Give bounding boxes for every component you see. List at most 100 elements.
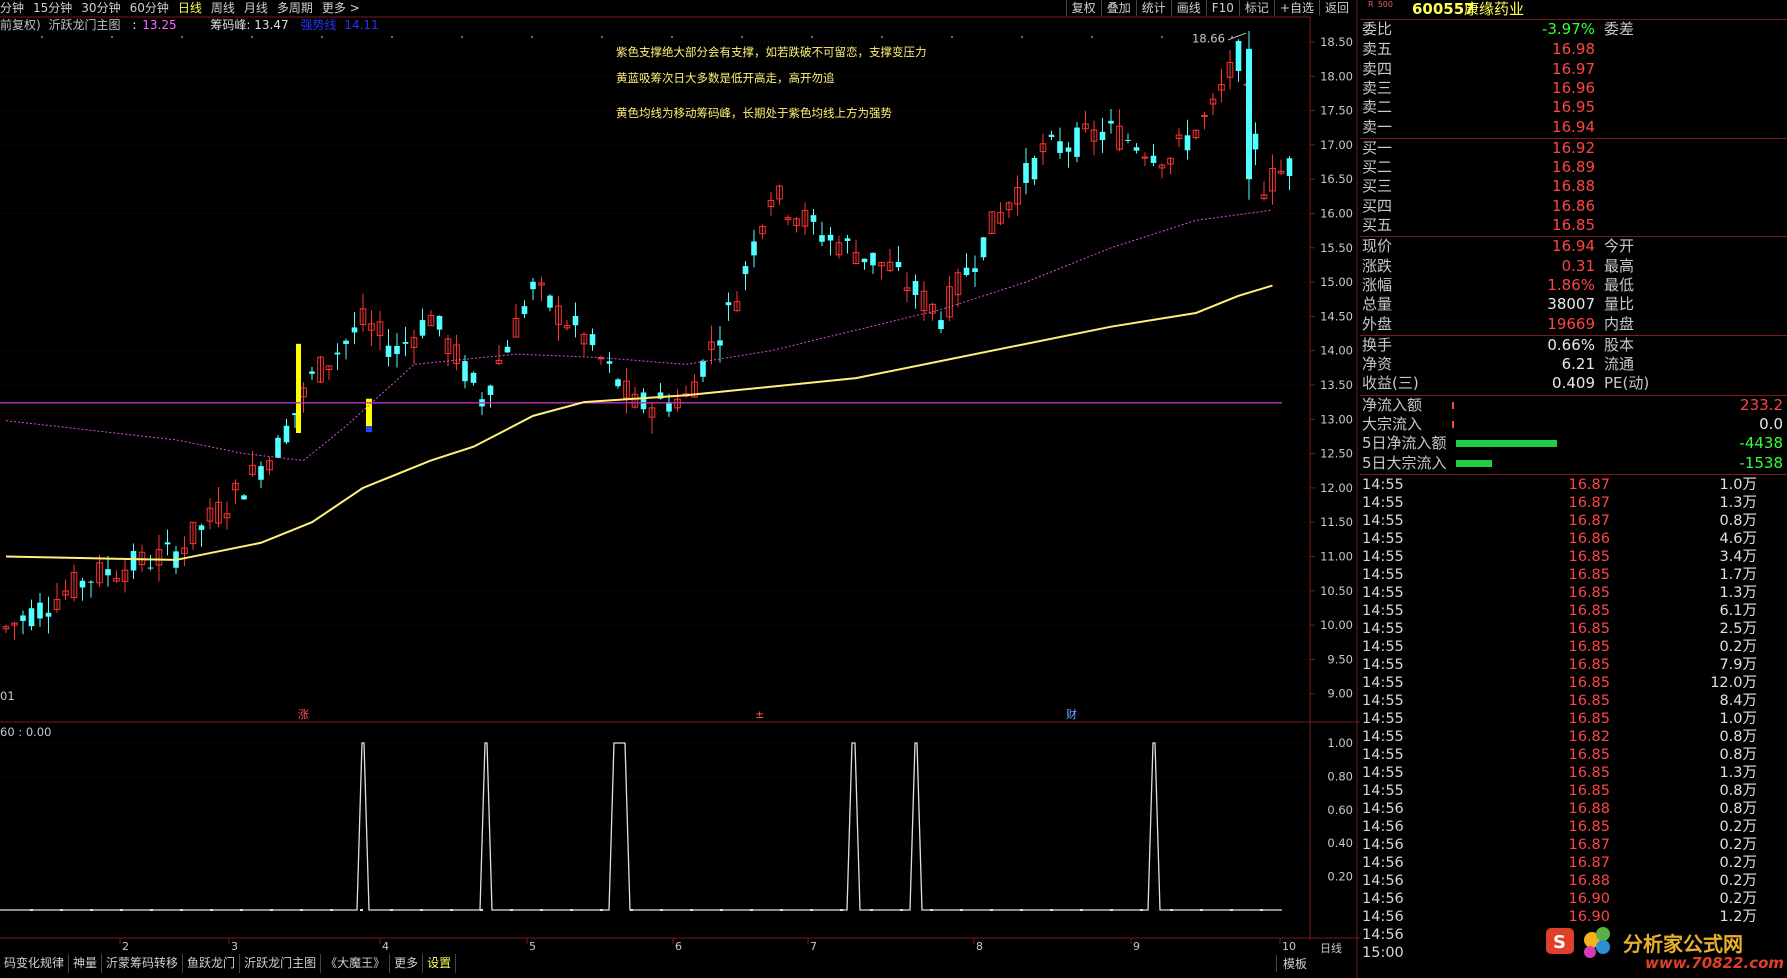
candle-body: [504, 346, 511, 353]
top-dot: [671, 36, 673, 38]
indicator-name[interactable]: 沂跃龙门主图: [49, 17, 121, 33]
tick-volume: 0.2万: [1719, 836, 1757, 853]
flow-label: 5日净流入额: [1362, 434, 1447, 453]
tick-volume: 0.8万: [1719, 782, 1757, 799]
period-7[interactable]: 多周期: [277, 0, 313, 16]
tick-price: 16.85: [1568, 818, 1610, 835]
bid-1-value: 16.89: [1552, 158, 1595, 177]
flow-3: 5日大宗流入 -1538: [1360, 454, 1787, 473]
toolbar-3[interactable]: 画线: [1170, 0, 1206, 16]
price-label: 15.50: [1320, 241, 1353, 255]
bid-3: 买四 16.86: [1360, 197, 1787, 216]
bid-2: 买三 16.88: [1360, 177, 1787, 196]
price-label: 12.00: [1320, 481, 1353, 495]
tab-0[interactable]: 码变化规律: [0, 954, 70, 973]
candle-body: [606, 361, 613, 364]
top-dot: [391, 36, 393, 38]
r500-badge: R 500: [1368, 0, 1393, 9]
period-1[interactable]: 15分钟: [33, 0, 72, 16]
tab-6[interactable]: 更多: [390, 954, 424, 973]
absorb-bar-blue: [366, 426, 372, 433]
period-8[interactable]: 更多 >: [322, 0, 360, 16]
event-marker[interactable]: 财: [1066, 707, 1077, 721]
top-dot: [461, 36, 463, 38]
tab-5[interactable]: 《大魔王》: [321, 954, 391, 973]
tick-price: 16.87: [1568, 476, 1610, 493]
candle-body: [394, 345, 400, 355]
bid-4-label: 买五: [1362, 216, 1393, 234]
toolbar-7[interactable]: 返回: [1318, 0, 1354, 16]
tick-time: 14:55: [1362, 674, 1404, 691]
toolbar-0[interactable]: 复权: [1065, 0, 1101, 16]
high-label: 18.66: [1192, 32, 1225, 46]
fund-1-label: 净资: [1362, 355, 1393, 374]
candle-body: [547, 295, 553, 308]
ask-2-label: 卖三: [1362, 78, 1393, 97]
adjust-label[interactable]: 前复权): [0, 17, 41, 33]
candle-body: [1074, 127, 1080, 157]
toolbar-6[interactable]: +自选: [1273, 0, 1319, 16]
fund-1-value: 6.21: [1561, 355, 1595, 374]
candle-body: [1252, 133, 1259, 150]
candle-body: [147, 567, 154, 569]
tick-time: 14:56: [1362, 908, 1404, 925]
candle-body: [402, 342, 409, 344]
period-0[interactable]: 分钟: [0, 0, 24, 16]
tick-row: 14:55 16.85 0.8万: [1360, 782, 1787, 800]
period-6[interactable]: 月线: [244, 0, 268, 16]
flow-bar: [1452, 421, 1454, 428]
candle-body: [385, 345, 392, 357]
tab-3[interactable]: 鱼跃龙门: [183, 954, 241, 973]
candle-body: [130, 551, 137, 571]
stock-name[interactable]: 康缘药业: [1464, 0, 1524, 19]
tab-4[interactable]: 沂跃龙门主图: [240, 954, 322, 973]
signal-dot: [150, 909, 153, 911]
tick-price: 16.90: [1568, 890, 1610, 907]
divider: [1360, 137, 1787, 139]
bid-0-value: 16.92: [1552, 138, 1595, 157]
fund-2-label: 收益(三): [1362, 374, 1419, 393]
bid-4-value: 16.85: [1552, 216, 1595, 234]
toolbar-1[interactable]: 叠加: [1100, 0, 1136, 16]
signal-dot: [990, 909, 993, 911]
signal-dot: [390, 909, 393, 911]
tab-2[interactable]: 沂蒙筹码转移: [102, 954, 184, 973]
tab-7[interactable]: 设置: [423, 954, 457, 973]
signal-dot: [1080, 909, 1083, 911]
stat-0-label2: 今开: [1604, 237, 1635, 256]
template-button[interactable]: 模板: [1276, 955, 1313, 972]
signal-dot: [1200, 909, 1203, 911]
candle-body: [819, 235, 825, 242]
price-label: 10.00: [1320, 618, 1353, 632]
event-marker[interactable]: ±: [755, 708, 764, 721]
candle-body: [1125, 139, 1131, 141]
top-dot: [741, 36, 743, 38]
tab-1[interactable]: 神量: [69, 954, 103, 973]
candle-body: [742, 266, 749, 275]
tick-time: 14:55: [1362, 728, 1404, 745]
kline-chart[interactable]: 18.50 18.00 17.50 17.00 16.50 16.00 15.50 15.00…: [0, 0, 1360, 978]
period-2[interactable]: 30分钟: [81, 0, 120, 16]
toolbar-4[interactable]: F10: [1205, 0, 1239, 16]
toolbar-2[interactable]: 统计: [1135, 0, 1171, 16]
toolbar-5[interactable]: 标记: [1238, 0, 1274, 16]
tick-row: 14:55 16.85 0.8万: [1360, 746, 1787, 764]
flow-bar: [1456, 440, 1557, 448]
stat-2: 涨幅 1.86% 最低: [1360, 276, 1787, 295]
event-marker[interactable]: 涨: [298, 708, 309, 721]
tick-price: 16.87: [1568, 854, 1610, 871]
tick-price: 16.87: [1568, 512, 1610, 529]
candle-body: [470, 372, 477, 383]
signal-dot: [360, 909, 363, 911]
period-4[interactable]: 日线: [178, 0, 202, 16]
tick-volume: 1.3万: [1719, 764, 1757, 781]
ask-2-value: 16.96: [1552, 78, 1595, 97]
tick-time: 15:00: [1362, 944, 1404, 961]
signal-dot: [450, 909, 453, 911]
x-label: 10: [1282, 940, 1296, 953]
period-5[interactable]: 周线: [211, 0, 235, 16]
tick-volume: 8.4万: [1719, 692, 1757, 709]
stat-0-label: 现价: [1362, 237, 1393, 256]
period-3[interactable]: 60分钟: [130, 0, 169, 16]
stat-2-value: 1.86%: [1547, 275, 1595, 294]
